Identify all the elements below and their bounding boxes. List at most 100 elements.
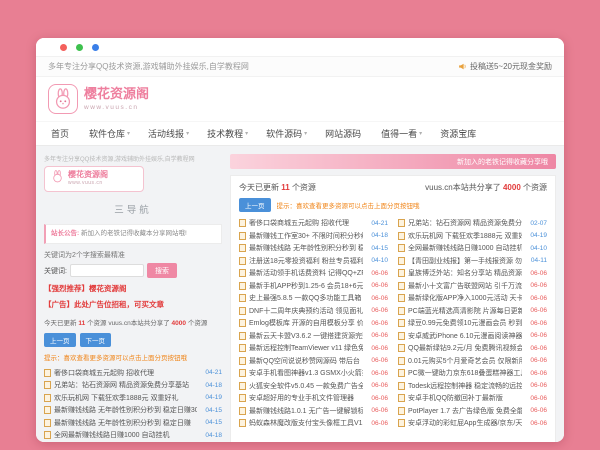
- doc-icon: [239, 257, 246, 265]
- list-item[interactable]: 最新手机APP秒到1.25-6 会员18+6元/月 稳定 06-06: [239, 280, 388, 293]
- resource-columns: 奢侈口袋商城五元起购 招收代理 04-21 最新赚钱工作室30+ 不限时间积分秒…: [239, 217, 547, 439]
- list-item[interactable]: 注册送18元零投资福利 粉丝专员福利100份 04-10: [239, 255, 388, 268]
- promo-link-1[interactable]: 【强烈推荐】樱花资源阁: [44, 283, 222, 294]
- doc-icon: [398, 394, 405, 402]
- search-tip: 关键词为2个字搜索最精准: [44, 250, 222, 260]
- chevron-down-icon: ▾: [304, 130, 307, 137]
- prev-page-button[interactable]: 上一页: [239, 198, 271, 212]
- site-logo[interactable]: 樱花资源阁 www.vuus.cn: [48, 84, 149, 114]
- list-item[interactable]: 安卓威武iPhone 6.10元漫画阅读神器 06-06: [398, 330, 547, 343]
- doc-icon: [44, 431, 51, 439]
- total-count: 4000: [503, 183, 521, 192]
- bunny-icon: [48, 84, 78, 114]
- list-item[interactable]: 最新赚钱线路 无年龄性别积分秒到 稳定日赚 04-15: [44, 416, 222, 429]
- list-item[interactable]: 全网最新赚钱线路日赚1000 自动挂机 04-18: [44, 429, 222, 442]
- list-item[interactable]: 最新赚钱工作室30+ 不限时间积分秒结算 04-18: [239, 230, 388, 243]
- list-item[interactable]: 皇族博泛外站：知名分享站 精品资源分享基地 06-06: [398, 267, 547, 280]
- list-item[interactable]: DNF十二周年庆典预约活动 领见面礼+抽奖资格 06-06: [239, 305, 388, 318]
- list-item[interactable]: 最新赚钱线路1.0.1 无广告一键解锁标记工具 06-06: [239, 405, 388, 418]
- sidebar-mini-logo[interactable]: 樱花资源阁 www.vuus.cn: [44, 166, 144, 192]
- doc-icon: [239, 282, 246, 290]
- list-item[interactable]: Emlog模板库 开源的自用模板分享 价值30元 06-06: [239, 317, 388, 330]
- list-item[interactable]: 火狐安全软件v5.0.45 一款免费广告全拦截软件 06-06: [239, 380, 388, 393]
- search-input[interactable]: [70, 264, 144, 277]
- browser-window: 多年专注分享QQ技术资源,游戏辅助外挂娱乐,自学教程网 投稿送5~20元现金奖励…: [36, 38, 564, 442]
- doc-icon: [398, 319, 405, 327]
- list-item[interactable]: 最新活动领手机话费资料 记得QQ+ZFB小红包 06-06: [239, 267, 388, 280]
- doc-icon: [239, 382, 246, 390]
- nav-item[interactable]: 软件仓库 ▾: [80, 127, 139, 140]
- chevron-down-icon: ▾: [186, 130, 189, 137]
- prev-page-button[interactable]: 上一页: [44, 333, 76, 347]
- list-item[interactable]: 安卓手机QQ防撤回补丁最新版 06-06: [398, 392, 547, 405]
- resource-panel: 今天已更新 11 个资源 vuus.cn本站共分享了 4000 个资源 上一页 …: [230, 175, 556, 442]
- list-item[interactable]: 最新小十文富广告联盟网站 引千万流量 06-06: [398, 280, 547, 293]
- pager-tip: 提示：喜欢查看更多资源可以点击上面分页按钮哦: [44, 352, 222, 362]
- list-item[interactable]: 最新绿化版APP净入1000元活动 天卡介绍员更 06-06: [398, 292, 547, 305]
- list-item[interactable]: 兄弟站：钻石资源网 精品资源免费分享基站 04-18: [44, 379, 222, 392]
- list-item[interactable]: 【青田副业线报】第一手线报资源 勿五进1970元 04-11: [398, 255, 547, 268]
- chevron-down-icon: ▾: [419, 130, 422, 137]
- list-item[interactable]: 最新远程控制TeamViewer v11 绿色免安装版 06-06: [239, 342, 388, 355]
- sidebar-resource-list: 奢侈口袋商城五元起购 招收代理 04-21 兄弟站：钻石资源网 精品资源免费分享…: [44, 366, 222, 441]
- sidebar-nav-toggle[interactable]: 三导航: [44, 202, 222, 216]
- promo-link-2[interactable]: 【广告】此处广告位招租，可买文章: [44, 299, 222, 310]
- doc-icon: [44, 394, 51, 402]
- list-item[interactable]: 最新云天卡盟V3.6.2 一键搭建货源完整版 06-06: [239, 330, 388, 343]
- nav-item[interactable]: 首页: [42, 127, 80, 140]
- list-item[interactable]: PC端蓝光精选高清影院 片源每日更新 06-06: [398, 305, 547, 318]
- chevron-down-icon: ▾: [245, 130, 248, 137]
- topbar-slogan: 多年专注分享QQ技术资源,游戏辅助外挂娱乐,自学教程网: [48, 61, 249, 72]
- doc-icon: [398, 269, 405, 277]
- window-maximize-button[interactable]: [92, 44, 99, 51]
- doc-icon: [239, 307, 246, 315]
- list-item[interactable]: PotPlayer 1.7 去广告绿色版 免费全能影音播放器 06-06: [398, 405, 547, 418]
- list-item[interactable]: Todesk远程控制神器 稳定流畅的远控软件工具 06-06: [398, 380, 547, 393]
- list-item[interactable]: 最新QQ空间说说秒赞网源码 带后台 06-06: [239, 355, 388, 368]
- list-item[interactable]: 最新赚钱线路 无年龄性别积分秒到 稳定日赚300+ 04-15: [239, 242, 388, 255]
- doc-icon: [239, 394, 246, 402]
- list-item[interactable]: 全网最新赚钱线路日赚1000 自动挂机 04-10: [398, 242, 547, 255]
- window-close-button[interactable]: [60, 44, 67, 51]
- list-item[interactable]: PC微一键助力京东618叠蛋糕神器工具 06-06: [398, 367, 547, 380]
- list-item[interactable]: 最新赚钱线路 无年龄性别积分秒到 稳定日赚300+ 04-15: [44, 404, 222, 417]
- doc-icon: [239, 219, 246, 227]
- nav-item[interactable]: 网站源码: [316, 127, 372, 140]
- nav-item[interactable]: 活动线报 ▾: [139, 127, 198, 140]
- next-page-button[interactable]: 下一页: [80, 333, 112, 347]
- doc-icon: [239, 419, 246, 427]
- page-content: 多年专注分享QQ技术资源,游戏辅助外挂娱乐,自学教程网 樱花资源阁 www.vu…: [36, 146, 564, 442]
- nav-item[interactable]: 资源宝库: [431, 127, 487, 140]
- doc-icon: [44, 381, 51, 389]
- list-item[interactable]: 奢侈口袋商城五元起购 招收代理 04-21: [239, 217, 388, 230]
- doc-icon: [398, 332, 405, 340]
- total-count: 4000: [172, 320, 186, 327]
- nav-item[interactable]: 技术教程 ▾: [198, 127, 257, 140]
- list-item[interactable]: 欢乐玩机网 下载狂欢季1888元 双重好礼 04-19: [398, 230, 547, 243]
- doc-icon: [239, 319, 246, 327]
- topbar-submit-label: 投稿送5~20元现金奖励: [470, 61, 552, 72]
- list-item[interactable]: 史上最强5.8.5 一款QQ多功能工具箱 06-06: [239, 292, 388, 305]
- nav-item[interactable]: 软件源码 ▾: [257, 127, 316, 140]
- list-item[interactable]: 蚂蚁森林魔改版支付宝头像框工具V1.0 06-06: [239, 417, 388, 430]
- list-item[interactable]: 绿豆0.99元免费领10元漫画会员 秒到账 06-06: [398, 317, 547, 330]
- resource-list-col2: 兄弟站：钻石资源网 精品资源免费分享基站 02-07 欢乐玩机网 下载狂欢季18…: [398, 217, 547, 439]
- doc-icon: [398, 344, 405, 352]
- list-item[interactable]: 兄弟站：钻石资源网 精品资源免费分享基站 02-07: [398, 217, 547, 230]
- doc-icon: [44, 406, 51, 414]
- search-bar: 关键词: 搜索: [44, 263, 222, 278]
- doc-icon: [398, 282, 405, 290]
- chevron-down-icon: ▾: [127, 130, 130, 137]
- list-item[interactable]: 奢侈口袋商城五元起购 招收代理 04-21: [44, 366, 222, 379]
- list-item[interactable]: QQ最新绿钻9.2元/月 免费腾讯视频会员 06-06: [398, 342, 547, 355]
- list-item[interactable]: 安卓手机看图神器v1.3 GSMX小火箭抢红包神器 06-06: [239, 367, 388, 380]
- doc-icon: [239, 332, 246, 340]
- nav-item[interactable]: 值得一看 ▾: [372, 127, 431, 140]
- topbar-submit-link[interactable]: 投稿送5~20元现金奖励: [458, 61, 552, 72]
- search-button[interactable]: 搜索: [147, 263, 177, 278]
- list-item[interactable]: 安卓超好用的专业手机文件管理器 06-06: [239, 392, 388, 405]
- list-item[interactable]: 0.01元购买5个月爱奇艺会员 仅限新用户 06-06: [398, 355, 547, 368]
- list-item[interactable]: 欢乐玩机网 下载狂欢季1888元 双重好礼 04-19: [44, 391, 222, 404]
- list-item[interactable]: 安卓浮动的彩虹屁App生成器/京东/天猫小工具 06-06: [398, 417, 547, 430]
- window-minimize-button[interactable]: [76, 44, 83, 51]
